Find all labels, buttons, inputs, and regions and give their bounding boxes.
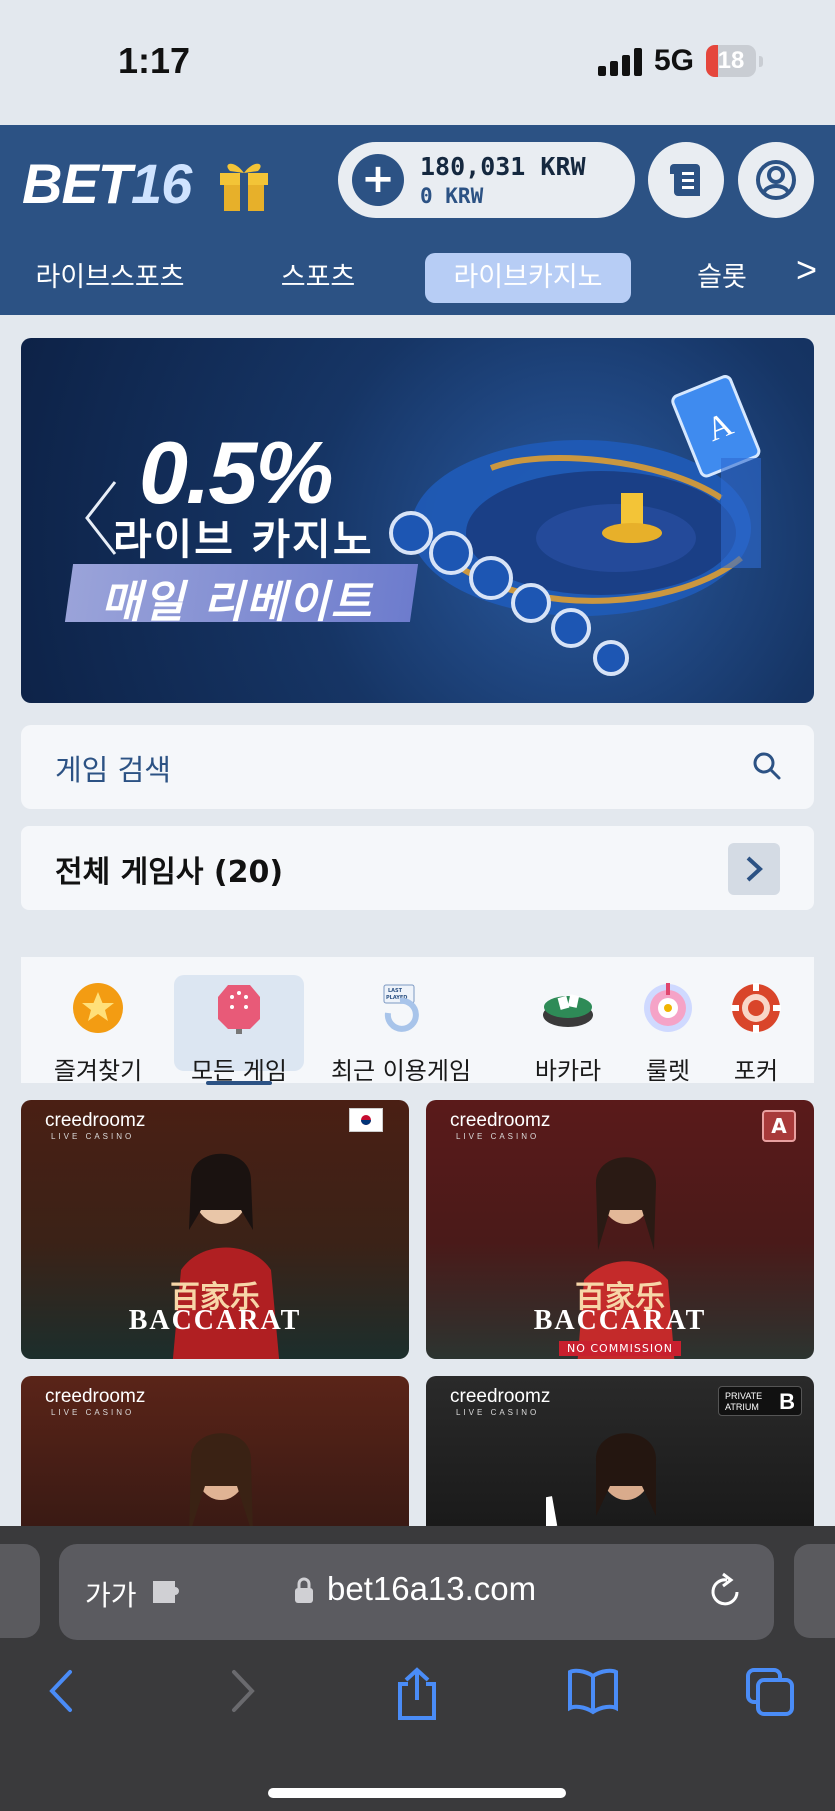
provider-brand: creedroomz LIVE CASINO bbox=[45, 1110, 146, 1141]
plus-icon[interactable]: + bbox=[352, 154, 404, 206]
tabs-icon[interactable] bbox=[744, 1666, 796, 1718]
battery-level: 18 bbox=[717, 47, 745, 74]
tab-live-sports[interactable]: 라이브스포츠 bbox=[22, 253, 198, 303]
filter-favorites[interactable]: 즐겨찾기 bbox=[43, 975, 153, 1085]
back-icon[interactable] bbox=[42, 1666, 82, 1716]
account-button[interactable] bbox=[738, 142, 814, 218]
category-nav: 라이브스포츠 스포츠 라이브카지노 슬롯 > bbox=[0, 235, 835, 315]
dealer-image bbox=[546, 1433, 657, 1526]
roulette-wheel-icon bbox=[644, 983, 692, 1032]
site-header: BET16 + 180,031 KRW 0 KRW bbox=[0, 125, 835, 235]
dealer-image bbox=[189, 1433, 253, 1526]
extension-icon[interactable] bbox=[149, 1575, 185, 1609]
filter-poker[interactable]: 포커 bbox=[701, 975, 811, 1085]
search-input[interactable]: 게임 검색 bbox=[21, 725, 814, 809]
game-card[interactable]: creedroomz LIVE CASINO bbox=[21, 1376, 409, 1526]
forward-icon[interactable] bbox=[222, 1666, 262, 1716]
banner-tagline: 매일 리베이트 bbox=[101, 577, 374, 628]
tab-slots[interactable]: 슬롯 bbox=[684, 253, 760, 303]
provider-brand: creedroomz LIVE CASINO bbox=[450, 1110, 551, 1141]
game-card[interactable]: creedroomz LIVE CASINO A 百家乐 BACCARAT NO … bbox=[426, 1100, 814, 1359]
network-type: 5G bbox=[654, 44, 695, 77]
balance-widget[interactable]: + 180,031 KRW 0 KRW bbox=[338, 142, 635, 218]
recent-played-icon: LAST PLAYED bbox=[383, 984, 419, 1032]
svg-text:LAST: LAST bbox=[388, 988, 403, 994]
text-size-button[interactable]: 가가 bbox=[85, 1574, 137, 1614]
url-text: bet16a13.com bbox=[327, 1570, 537, 1607]
next-tab-preview[interactable] bbox=[794, 1544, 835, 1638]
provider-brand: creedroomz LIVE CASINO bbox=[450, 1386, 551, 1417]
table-badge: A bbox=[762, 1110, 796, 1142]
signal-icon bbox=[598, 48, 642, 76]
search-placeholder: 게임 검색 bbox=[55, 753, 171, 787]
poker-chip-icon bbox=[731, 983, 781, 1033]
previous-tab-preview[interactable] bbox=[0, 1544, 40, 1638]
korea-flag-icon bbox=[349, 1108, 383, 1132]
game-card[interactable]: creedroomz LIVE CASINO PRIVATE ATRIUM B bbox=[426, 1376, 814, 1526]
bookmarks-icon[interactable] bbox=[566, 1666, 620, 1716]
filter-recent-games[interactable]: LAST PLAYED 최근 이용게임 bbox=[326, 975, 476, 1085]
game-card[interactable]: creedroomz LIVE CASINO 百家乐 BACCARAT bbox=[21, 1100, 409, 1359]
promo-banner[interactable]: A 0.5% 라이브 카지노 매일 리베이트 bbox=[21, 338, 814, 703]
balance-sub: 0 KRW bbox=[420, 184, 484, 208]
provider-expand-button[interactable] bbox=[728, 843, 780, 895]
provider-brand: creedroomz LIVE CASINO bbox=[45, 1386, 146, 1417]
site-logo[interactable]: BET16 bbox=[22, 151, 192, 216]
card-table-icon bbox=[543, 994, 593, 1027]
provider-selector[interactable]: 전체 게임사 (20) bbox=[21, 826, 814, 910]
table-badge: PRIVATE ATRIUM B bbox=[718, 1386, 802, 1416]
status-time: 1:17 bbox=[118, 40, 191, 81]
tab-live-casino[interactable]: 라이브카지노 bbox=[425, 253, 631, 303]
chevron-right-icon bbox=[746, 856, 763, 882]
lock-icon bbox=[295, 1577, 313, 1603]
battery-icon: 18 bbox=[706, 45, 756, 77]
account-icon bbox=[756, 160, 796, 200]
search-icon[interactable] bbox=[751, 750, 783, 782]
star-icon bbox=[73, 983, 123, 1033]
banner-subtitle: 라이브 카지노 bbox=[113, 515, 374, 564]
game-filter-bar: 즐겨찾기 모든 게임 LAST PLAYED 최근 이용게임 바카라 룰렛 포커 bbox=[21, 957, 814, 1085]
filter-baccarat[interactable]: 바카라 bbox=[508, 975, 628, 1085]
tab-sports[interactable]: 스포츠 bbox=[262, 253, 374, 303]
reload-icon[interactable] bbox=[707, 1572, 743, 1610]
receipt-icon bbox=[670, 164, 700, 196]
share-icon[interactable] bbox=[392, 1666, 442, 1722]
chevron-right-icon[interactable]: > bbox=[796, 249, 817, 291]
slot-machine-icon bbox=[218, 985, 260, 1034]
receipt-button[interactable] bbox=[648, 142, 724, 218]
provider-label: 전체 게임사 (20) bbox=[55, 855, 284, 890]
filter-all-games[interactable]: 모든 게임 bbox=[174, 975, 304, 1085]
gift-icon[interactable] bbox=[216, 155, 272, 213]
address-bar[interactable]: 가가 bet16a13.com bbox=[59, 1544, 774, 1640]
balance-main: 180,031 KRW bbox=[420, 152, 586, 181]
browser-toolbar: 가가 bet16a13.com bbox=[0, 1526, 835, 1811]
status-bar: 1:17 5G 18 bbox=[0, 0, 835, 125]
home-indicator[interactable] bbox=[268, 1788, 566, 1798]
